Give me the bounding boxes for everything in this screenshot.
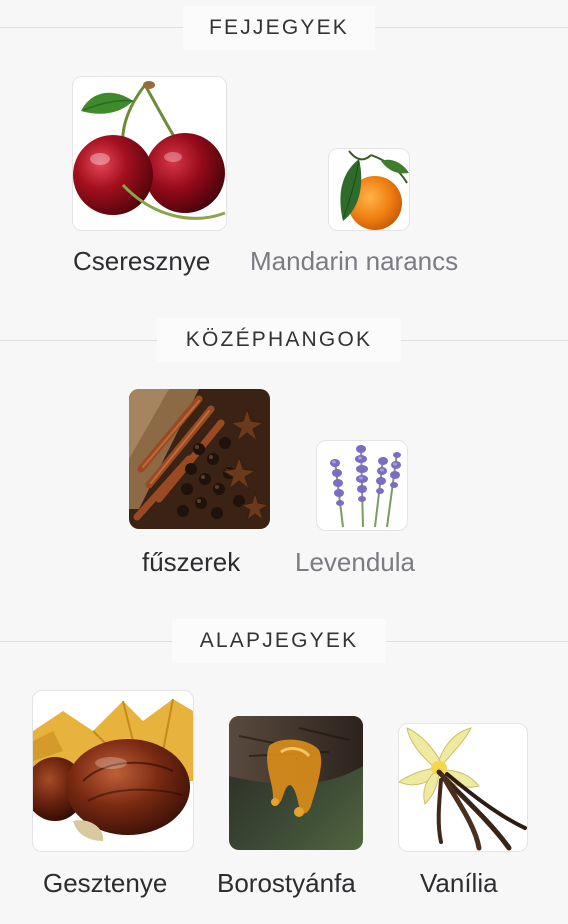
lavender-image[interactable] bbox=[316, 440, 408, 531]
amber-wood-image[interactable] bbox=[229, 716, 363, 850]
chestnut-image[interactable] bbox=[32, 690, 194, 852]
note-label-amber-wood: Borostyánfa bbox=[217, 868, 356, 898]
cherry-image[interactable] bbox=[72, 76, 227, 231]
section-title-top-notes: FEJJEGYEK bbox=[183, 6, 375, 50]
note-label-cherry: Cseresznye bbox=[73, 246, 211, 276]
note-label-mandarin: Mandarin narancs bbox=[250, 246, 459, 276]
note-label-vanilla: Vanília bbox=[420, 868, 498, 898]
section-title-base-notes: ALAPJEGYEK bbox=[172, 619, 386, 663]
note-label-chestnut: Gesztenye bbox=[43, 868, 168, 898]
section-title-middle-notes: KÖZÉPHANGOK bbox=[157, 318, 401, 362]
mandarin-image[interactable] bbox=[328, 148, 410, 231]
note-label-lavender: Levendula bbox=[295, 547, 415, 577]
vanilla-image[interactable] bbox=[398, 723, 528, 852]
note-label-spices: fűszerek bbox=[142, 547, 241, 577]
spices-image[interactable] bbox=[129, 389, 270, 529]
